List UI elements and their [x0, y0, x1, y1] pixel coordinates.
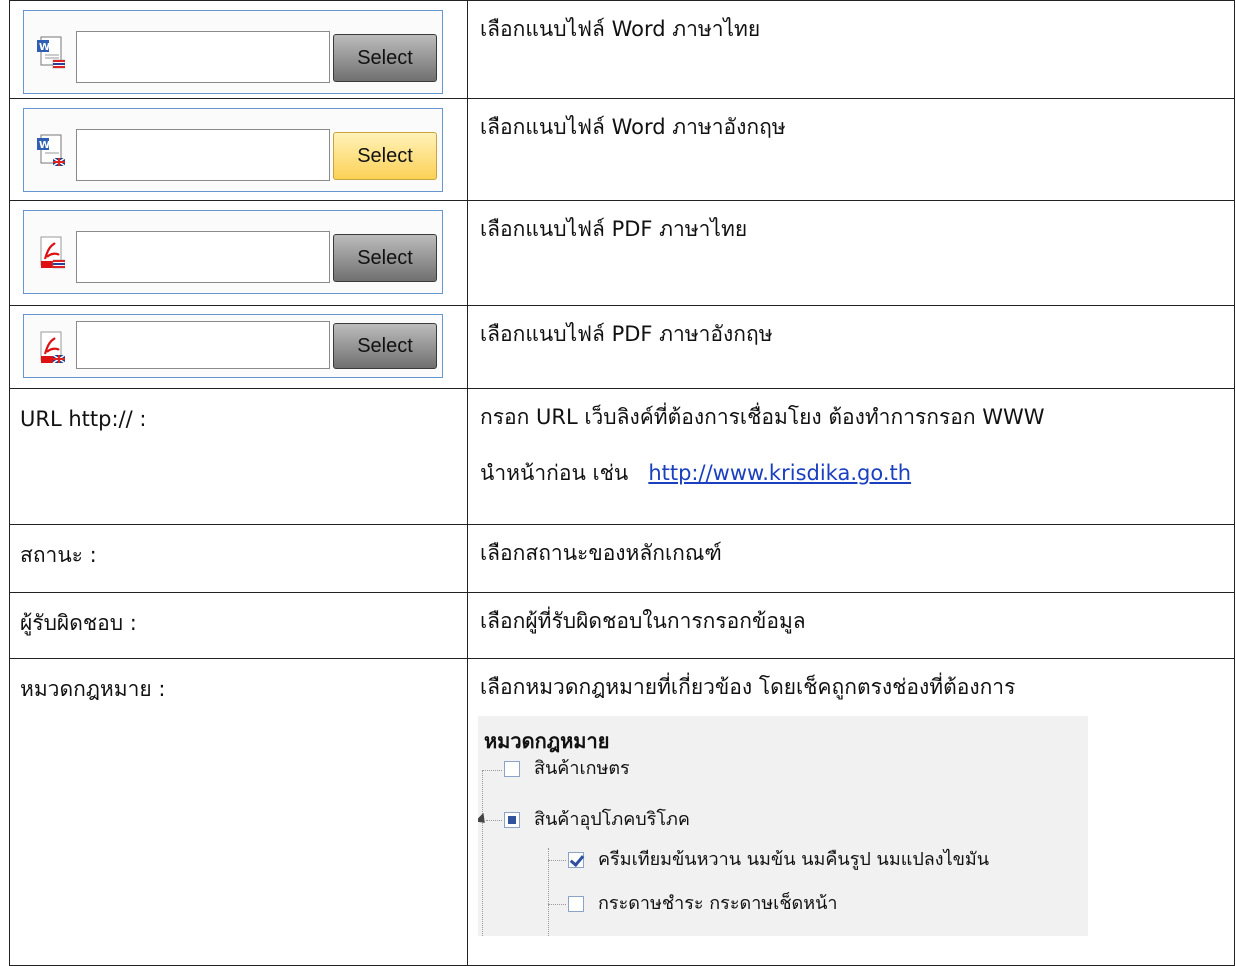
tree-node-label: ครีมเทียมข้นหวาน นมข้น นมคืนรูป นมแปลงไข…	[598, 849, 990, 870]
word-doc-english-icon: W	[37, 134, 65, 167]
tree-node[interactable]: สินค้าเกษตร	[504, 758, 630, 780]
checkbox-checked-icon[interactable]	[568, 852, 584, 868]
file-selector-widget: Select	[23, 314, 443, 378]
file-row-description: เลือกแนบไฟล์ Word ภาษาอังกฤษ	[467, 98, 1235, 201]
pdf-english-icon	[40, 331, 65, 364]
example-url-link[interactable]: http://www.krisdika.go.th	[648, 461, 911, 485]
svg-text:W: W	[39, 42, 50, 53]
checkbox-icon[interactable]	[568, 896, 584, 912]
tree-connector	[548, 860, 566, 861]
category-tree-panel: หมวดกฎหมาย สินค้าเกษตร สินค้าอุปโภคบริโภ…	[478, 716, 1088, 936]
status-row: สถานะ : เลือกสถานะของหลักเกณฑ์	[9, 524, 1235, 593]
file-path-input[interactable]	[76, 129, 330, 181]
file-path-input[interactable]	[76, 31, 330, 83]
select-file-button[interactable]: Select	[333, 132, 437, 180]
status-description: เลือกสถานะของหลักเกณฑ์	[467, 524, 1235, 593]
file-row-description: เลือกแนบไฟล์ Word ภาษาไทย	[467, 0, 1235, 99]
file-selector-widget: W Select	[23, 108, 443, 192]
file-path-input[interactable]	[76, 231, 330, 283]
file-selector-widget: Select	[23, 210, 443, 294]
tree-node-label: กระดาษชำระ กระดาษเช็ดหน้า	[598, 893, 838, 914]
description-table: W Select เลือกแนบไฟล์ Word ภาษาไทย W Sel…	[9, 0, 1235, 966]
url-label: URL http:// :	[9, 388, 468, 525]
url-description-prefix: นำหน้าก่อน เช่น	[480, 461, 635, 485]
owner-description: เลือกผู้ที่รับผิดชอบในการกรอกข้อมูล	[467, 592, 1235, 659]
category-tree-title: หมวดกฎหมาย	[484, 729, 610, 753]
file-row-description: เลือกแนบไฟล์ PDF ภาษาไทย	[467, 200, 1235, 306]
file-row-word-english: W Select เลือกแนบไฟล์ Word ภาษาอังกฤษ	[9, 98, 1235, 201]
tree-connector	[486, 820, 502, 821]
file-path-input[interactable]	[76, 321, 330, 369]
url-row: URL http:// : กรอก URL เว็บลิงค์ที่ต้องก…	[9, 388, 1235, 525]
file-row-description: เลือกแนบไฟล์ PDF ภาษาอังกฤษ	[467, 305, 1235, 389]
url-description-line1: กรอก URL เว็บลิงค์ที่ต้องการเชื่อมโยง ต้…	[480, 405, 1045, 429]
tree-node[interactable]: สินค้าอุปโภคบริโภค	[504, 809, 690, 831]
select-file-button[interactable]: Select	[333, 34, 437, 82]
tree-node[interactable]: กระดาษชำระ กระดาษเช็ดหน้า	[568, 893, 838, 915]
tree-node[interactable]: ครีมเทียมข้นหวาน นมข้น นมคืนรูป นมแปลงไข…	[568, 849, 989, 871]
category-row: หมวดกฎหมาย : เลือกหมวดกฎหมายที่เกี่ยวข้อ…	[9, 658, 1235, 966]
expand-arrow-icon[interactable]	[478, 812, 490, 828]
file-row-pdf-english: Select เลือกแนบไฟล์ PDF ภาษาอังกฤษ	[9, 305, 1235, 389]
file-row-pdf-thai: Select เลือกแนบไฟล์ PDF ภาษาไทย	[9, 200, 1235, 306]
select-file-button[interactable]: Select	[333, 323, 437, 369]
category-description: เลือกหมวดกฎหมายที่เกี่ยวข้อง โดยเช็คถูกต…	[480, 675, 1016, 699]
checkbox-icon[interactable]	[504, 761, 520, 777]
tree-node-label: สินค้าอุปโภคบริโภค	[534, 809, 690, 830]
select-file-button[interactable]: Select	[333, 234, 437, 282]
word-doc-thai-icon: W	[37, 36, 65, 69]
owner-label: ผู้รับผิดชอบ :	[9, 592, 468, 659]
pdf-thai-icon	[40, 236, 65, 269]
file-row-word-thai: W Select เลือกแนบไฟล์ Word ภาษาไทย	[9, 0, 1235, 99]
tree-connector	[482, 770, 483, 936]
status-label: สถานะ :	[9, 524, 468, 593]
tree-connector	[482, 770, 502, 771]
owner-row: ผู้รับผิดชอบ : เลือกผู้ที่รับผิดชอบในการ…	[9, 592, 1235, 659]
svg-text:W: W	[39, 140, 50, 151]
tree-connector	[548, 904, 566, 905]
file-selector-widget: W Select	[23, 10, 443, 94]
tree-node-label: สินค้าเกษตร	[534, 758, 630, 779]
checkbox-partial-icon[interactable]	[504, 812, 520, 828]
url-description-line2: นำหน้าก่อน เช่น http://www.krisdika.go.t…	[480, 458, 1234, 488]
tree-connector	[548, 848, 549, 936]
category-label: หมวดกฎหมาย :	[9, 658, 468, 966]
